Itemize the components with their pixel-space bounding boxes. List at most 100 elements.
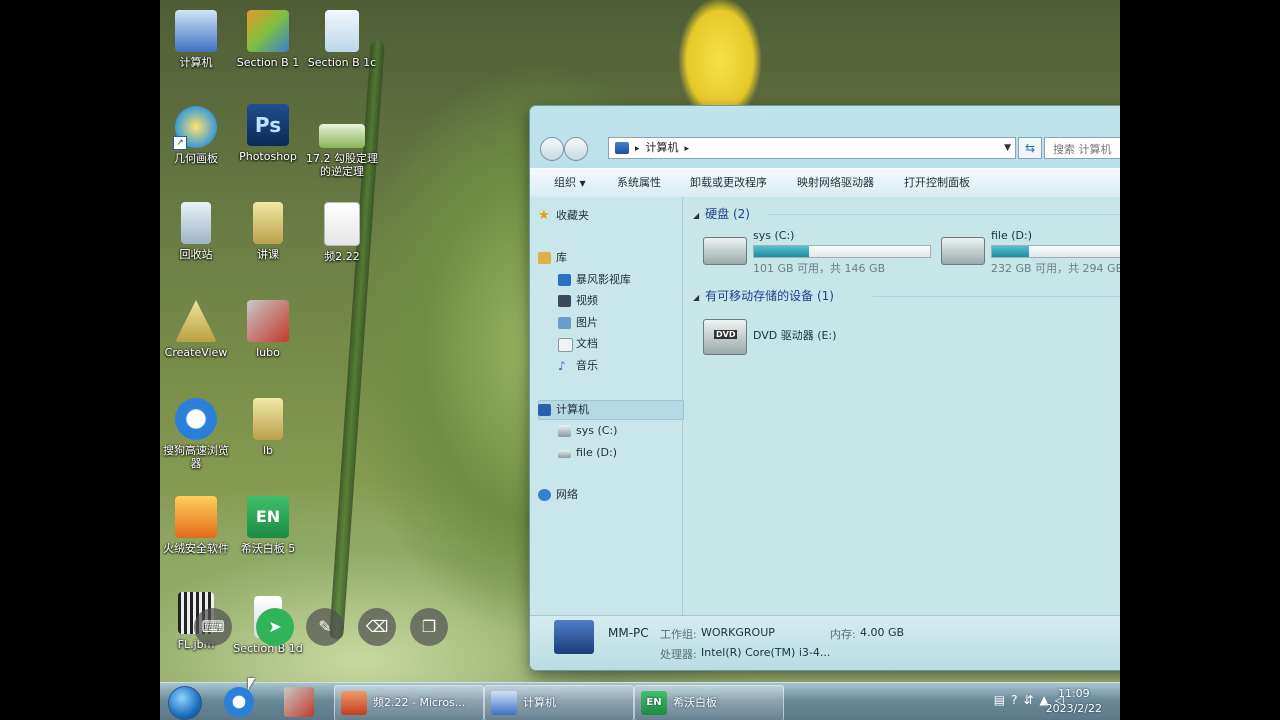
refresh-button[interactable]: ⇆	[1018, 137, 1042, 159]
memory-value: 4.00 GB	[860, 626, 905, 639]
group-label: 硬盘 (2)	[705, 207, 750, 221]
drive-size-text: 232 GB 可用，共 294 GB	[991, 262, 1120, 275]
workgroup-label: 工作组:	[660, 628, 697, 641]
annotation-keyboard-button[interactable]: ⌨	[194, 608, 232, 646]
ppt-icon	[324, 202, 360, 246]
system-properties-button[interactable]: 系统属性	[617, 169, 661, 197]
nav-library-baofeng[interactable]: 暴风影视库	[558, 271, 631, 289]
network-icon	[538, 489, 551, 501]
annotation-eraser-button[interactable]: ⌫	[358, 608, 396, 646]
desktop: 计算机 Section B 1 Section B 1c ↗ 几何画板 Ps P…	[160, 0, 1120, 720]
uninstall-program-button[interactable]: 卸载或更改程序	[690, 169, 767, 197]
geometry-app-icon: ↗	[173, 106, 217, 150]
drive-name: DVD 驱动器 (E:)	[753, 329, 837, 342]
forward-button[interactable]	[564, 137, 588, 161]
desktop-icon-label: Section B 1c	[307, 56, 377, 69]
desktop-icon-label: lb	[262, 444, 274, 457]
group-divider	[873, 296, 1120, 297]
computer-icon	[554, 620, 594, 654]
nav-label: 收藏夹	[556, 209, 589, 222]
address-dropdown-icon[interactable]: ▼	[1004, 138, 1011, 158]
keyboard-tray-icon[interactable]: ▤	[994, 693, 1011, 707]
video-icon	[558, 295, 571, 307]
nav-library-pictures[interactable]: 图片	[558, 314, 598, 332]
desktop-icon-lubo[interactable]: lubo	[230, 300, 306, 359]
sogou-browser-icon[interactable]	[224, 687, 254, 717]
tools-icon[interactable]	[284, 687, 314, 717]
drive-size-text: 101 GB 可用，共 146 GB	[753, 262, 886, 275]
organize-button[interactable]: 组织 ▼	[554, 169, 586, 197]
back-button[interactable]	[540, 137, 564, 161]
nav-library-videos[interactable]: 视频	[558, 292, 598, 310]
desktop-icon-computer[interactable]: 计算机	[160, 10, 234, 69]
computer-icon	[538, 404, 551, 416]
nav-favorites[interactable]: ★ 收藏夹	[538, 207, 589, 225]
drive-usage-fill	[754, 246, 809, 257]
taskbar-button-computer[interactable]: 计算机	[484, 685, 634, 720]
breadcrumb-chevron-icon[interactable]: ▸	[685, 144, 690, 154]
drive-dvd-e[interactable]: DVD DVD 驱动器 (E:)	[703, 315, 943, 359]
dvd-badge: DVD	[714, 330, 738, 339]
start-button[interactable]	[168, 686, 202, 720]
nav-label: sys (C:)	[576, 424, 618, 437]
nav-library[interactable]: 库	[538, 249, 567, 267]
annotation-pointer-button[interactable]: ➤	[256, 608, 294, 646]
search-input[interactable]	[1051, 139, 1120, 160]
hard-drive-icon	[703, 237, 747, 265]
pc-name: MM-PC	[608, 626, 649, 640]
network-tray-icon[interactable]: ⇵	[1023, 693, 1039, 707]
annotation-window-button[interactable]: ❐	[410, 608, 448, 646]
drive-c[interactable]: sys (C:) 101 GB 可用，共 146 GB	[703, 229, 943, 275]
desktop-icon-17-2[interactable]: 17.2 勾股定理的逆定理	[304, 124, 380, 178]
desktop-icon-section-b1c[interactable]: Section B 1c	[304, 10, 380, 69]
collapse-triangle-icon: ◢	[693, 293, 700, 302]
folder-icon	[253, 202, 283, 244]
explorer-body: ★ 收藏夹 库 暴风影视库 视频 图片 文档 ♪ 音乐 计算机 sys (C:) f…	[530, 197, 1120, 616]
desktop-icon-huorong[interactable]: 火绒安全软件	[160, 496, 234, 555]
open-control-panel-button[interactable]: 打开控制面板	[904, 169, 970, 197]
desktop-icon-geometry[interactable]: ↗ 几何画板	[160, 106, 234, 165]
desktop-icon-2-22[interactable]: 频2.22	[304, 202, 380, 263]
map-network-drive-button[interactable]: 映射网络驱动器	[797, 169, 874, 197]
group-removable-storage[interactable]: ◢ 有可移动存储的设备 (1)	[693, 287, 834, 305]
nav-computer[interactable]: 计算机	[538, 401, 589, 419]
address-bar[interactable]: ▸ 计算机 ▸ ▼	[608, 137, 1016, 159]
drive-icon	[558, 450, 571, 458]
organize-label: 组织	[554, 176, 576, 189]
breadcrumb-computer[interactable]: 计算机	[646, 141, 679, 154]
taskbar-button-powerpoint[interactable]: 频2.22 - Micros...	[334, 685, 484, 720]
drive-d[interactable]: file (D:) 232 GB 可用，共 294 GB	[941, 229, 1120, 275]
mp3-icon	[325, 10, 359, 52]
nav-network[interactable]: 网络	[538, 486, 578, 504]
ppt-icon	[319, 124, 365, 148]
sogou-browser-icon	[175, 398, 217, 440]
folder-icon	[253, 398, 283, 440]
breadcrumb-chevron-icon: ▸	[635, 144, 640, 154]
ppt-icon	[247, 10, 289, 52]
desktop-icon-seewo5[interactable]: EN 希沃白板 5	[230, 496, 306, 555]
desktop-icon-section-b1[interactable]: Section B 1	[230, 10, 306, 69]
help-tray-icon[interactable]: ?	[1011, 693, 1023, 707]
search-box[interactable]: ⌕	[1044, 137, 1120, 160]
desktop-icon-photoshop[interactable]: Ps Photoshop	[230, 104, 306, 163]
annotation-pen-button[interactable]: ✎	[306, 608, 344, 646]
clock[interactable]: 11:09 2023/2/22	[1046, 686, 1102, 716]
video-library-icon	[558, 274, 571, 286]
seewo-icon: EN	[247, 496, 289, 538]
desktop-icon-jiangke[interactable]: 讲课	[230, 202, 306, 261]
group-divider	[767, 214, 1120, 215]
nav-label: 暴风影视库	[576, 273, 631, 286]
mouse-cursor-icon	[248, 678, 255, 690]
desktop-icon-lb[interactable]: lb	[230, 398, 306, 457]
nav-drive-c[interactable]: sys (C:)	[558, 422, 618, 440]
nav-drive-d[interactable]: file (D:)	[558, 444, 617, 462]
nav-library-documents[interactable]: 文档	[558, 335, 598, 353]
desktop-icon-recycle-bin[interactable]: 回收站	[160, 202, 234, 261]
document-icon	[558, 338, 573, 352]
desktop-icon-createview[interactable]: CreateView	[160, 300, 234, 359]
nav-library-music[interactable]: ♪ 音乐	[558, 357, 598, 375]
desktop-icon-sogou[interactable]: 搜狗高速浏览器	[160, 398, 234, 470]
taskbar-button-seewo[interactable]: EN 希沃白板	[634, 685, 784, 720]
group-hard-disks[interactable]: ◢ 硬盘 (2)	[693, 205, 750, 223]
content-pane: ◢ 硬盘 (2) sys (C:) 101 GB 可用，共 146 GB file…	[683, 197, 1120, 616]
